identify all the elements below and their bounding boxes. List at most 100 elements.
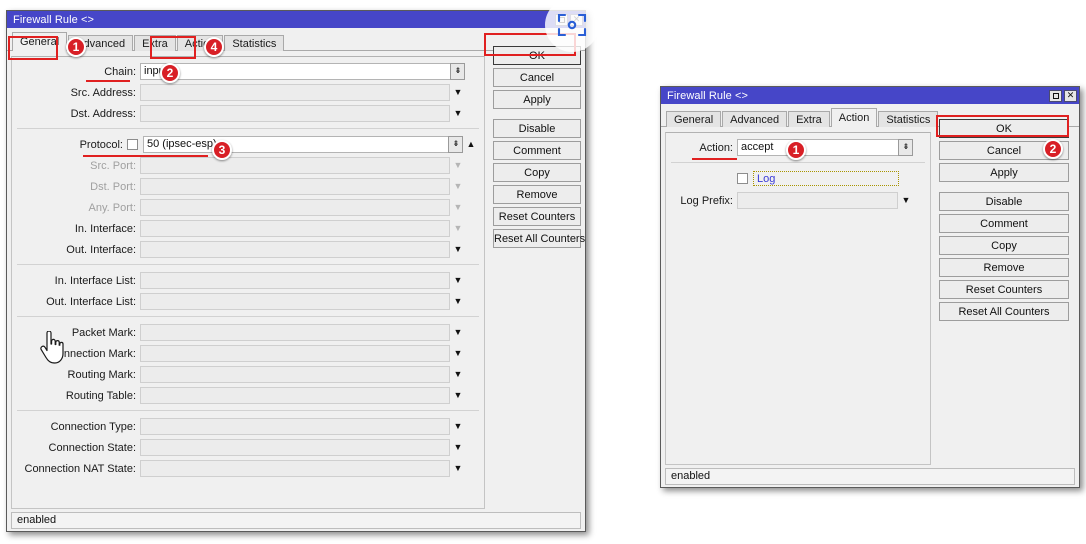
- connection-state-dropdown-icon[interactable]: ▼: [450, 439, 466, 456]
- packet-mark-dropdown-icon[interactable]: ▼: [450, 324, 466, 341]
- protocol-negate-checkbox[interactable]: [127, 139, 138, 150]
- field-row-routing-mark: Routing Mark: ▼: [17, 365, 479, 384]
- divider-2: [17, 264, 479, 265]
- left-status-text: enabled: [17, 514, 57, 526]
- divider-3: [17, 316, 479, 317]
- input-connection-nat-state[interactable]: [140, 460, 450, 477]
- connection-nat-state-dropdown-icon[interactable]: ▼: [450, 460, 466, 477]
- tab-statistics[interactable]: Statistics: [878, 111, 939, 127]
- tab-general[interactable]: General: [12, 32, 68, 51]
- in-interface-list-dropdown-icon[interactable]: ▼: [450, 272, 466, 289]
- protocol-scroll-up-icon[interactable]: ▲: [463, 136, 479, 153]
- action-dropdown-icon[interactable]: ⇟: [898, 139, 913, 156]
- protocol-dropdown-icon[interactable]: ⇟: [448, 136, 463, 153]
- comment-button[interactable]: Comment: [939, 214, 1069, 233]
- tab-advanced[interactable]: Advanced: [722, 111, 788, 127]
- right-window-controls: ✕: [1049, 89, 1077, 102]
- input-dst-address[interactable]: [140, 105, 450, 122]
- input-routing-table[interactable]: [140, 387, 450, 404]
- field-row-connection-mark: Connection Mark: ▼: [17, 344, 479, 363]
- connection-mark-dropdown-icon[interactable]: ▼: [450, 345, 466, 362]
- field-row-in-interface-list: In. Interface List: ▼: [17, 271, 479, 290]
- tab-general[interactable]: General: [666, 111, 722, 127]
- out-interface-list-dropdown-icon[interactable]: ▼: [450, 293, 466, 310]
- left-dialog-title: Firewall Rule <>: [13, 13, 95, 26]
- input-packet-mark[interactable]: [140, 324, 450, 341]
- field-row-connection-nat-state: Connection NAT State: ▼: [17, 459, 479, 478]
- field-row-out-interface: Out. Interface: ▼: [17, 240, 479, 259]
- field-row-packet-mark: Packet Mark: ▼: [17, 323, 479, 342]
- copy-button[interactable]: Copy: [939, 236, 1069, 255]
- apply-button[interactable]: Apply: [939, 163, 1069, 182]
- src-address-dropdown-icon[interactable]: ▼: [450, 84, 466, 101]
- remove-button[interactable]: Remove: [493, 185, 581, 204]
- input-routing-mark[interactable]: [140, 366, 450, 383]
- apply-button[interactable]: Apply: [493, 90, 581, 109]
- input-action[interactable]: accept: [737, 139, 899, 156]
- input-src-port: [140, 157, 450, 174]
- label-dst-address: Dst. Address:: [70, 107, 136, 120]
- tab-statistics[interactable]: Statistics: [224, 35, 285, 51]
- input-out-interface[interactable]: [140, 241, 450, 258]
- divider-4: [17, 410, 479, 411]
- tab-extra[interactable]: Extra: [788, 111, 830, 127]
- chain-dropdown-icon[interactable]: ⇟: [450, 63, 465, 80]
- label-chain: Chain:: [104, 65, 136, 78]
- close-icon[interactable]: ✕: [1064, 89, 1077, 102]
- cancel-button[interactable]: Cancel: [493, 68, 581, 87]
- reset-all-counters-button[interactable]: Reset All Counters: [939, 302, 1069, 321]
- tab-action[interactable]: Action: [830, 108, 878, 127]
- input-log-prefix[interactable]: [737, 192, 898, 209]
- input-any-port: [140, 199, 450, 216]
- disable-button[interactable]: Disable: [939, 192, 1069, 211]
- right-dialog-titlebar: Firewall Rule <> ✕: [661, 87, 1079, 104]
- log-focus-outline[interactable]: Log: [753, 171, 899, 186]
- reset-all-counters-button[interactable]: Reset All Counters: [493, 229, 585, 248]
- reset-counters-button[interactable]: Reset Counters: [493, 207, 581, 226]
- field-row-src-address: Src. Address: ▼: [17, 83, 479, 102]
- firewall-rule-dialog-general: Firewall Rule <> ✕ General Advanced Extr…: [6, 10, 586, 532]
- label-in-interface-list: In. Interface List:: [54, 274, 136, 287]
- ok-button[interactable]: OK: [939, 119, 1069, 138]
- input-connection-mark[interactable]: [140, 345, 450, 362]
- field-row-any-port: Any. Port: ▼: [17, 198, 479, 217]
- log-checkbox[interactable]: [737, 173, 748, 184]
- field-row-chain: Chain: input ⇟: [17, 62, 479, 81]
- input-out-interface-list[interactable]: [140, 293, 450, 310]
- screen-capture-cursor: [545, 0, 599, 52]
- field-row-dst-address: Dst. Address: ▼: [17, 104, 479, 123]
- remove-button[interactable]: Remove: [939, 258, 1069, 277]
- label-routing-table: Routing Table:: [65, 389, 136, 402]
- copy-button[interactable]: Copy: [493, 163, 581, 182]
- disable-button[interactable]: Disable: [493, 119, 581, 138]
- left-button-column: OK Cancel Apply Disable Comment Copy Rem…: [493, 46, 585, 251]
- connection-type-dropdown-icon[interactable]: ▼: [450, 418, 466, 435]
- in-interface-dropdown-icon[interactable]: ▼: [450, 220, 466, 237]
- input-in-interface-list[interactable]: [140, 272, 450, 289]
- reset-counters-button[interactable]: Reset Counters: [939, 280, 1069, 299]
- routing-table-dropdown-icon[interactable]: ▼: [450, 387, 466, 404]
- out-interface-dropdown-icon[interactable]: ▼: [450, 241, 466, 258]
- tab-extra[interactable]: Extra: [134, 35, 176, 51]
- routing-mark-dropdown-icon[interactable]: ▼: [450, 366, 466, 383]
- input-connection-type[interactable]: [140, 418, 450, 435]
- label-out-interface: Out. Interface:: [66, 243, 136, 256]
- comment-button[interactable]: Comment: [493, 141, 581, 160]
- input-protocol[interactable]: 50 (ipsec-esp): [143, 136, 449, 153]
- input-src-address[interactable]: [140, 84, 450, 101]
- right-status-bar: enabled: [665, 468, 1075, 485]
- label-connection-nat-state: Connection NAT State:: [24, 462, 137, 475]
- underline-chain-label: [86, 80, 130, 82]
- input-in-interface[interactable]: [140, 220, 450, 237]
- label-log-prefix: Log Prefix:: [680, 194, 733, 207]
- right-divider-1: [671, 162, 925, 163]
- field-row-out-interface-list: Out. Interface List: ▼: [17, 292, 479, 311]
- log-prefix-dropdown-icon[interactable]: ▼: [898, 192, 914, 209]
- src-port-dropdown-icon: ▼: [453, 160, 463, 170]
- input-chain[interactable]: input: [140, 63, 451, 80]
- dst-address-dropdown-icon[interactable]: ▼: [450, 105, 466, 122]
- restore-icon[interactable]: [1049, 89, 1062, 102]
- badge-2-right: 2: [1043, 139, 1063, 159]
- badge-3-left: 3: [212, 140, 232, 160]
- input-connection-state[interactable]: [140, 439, 450, 456]
